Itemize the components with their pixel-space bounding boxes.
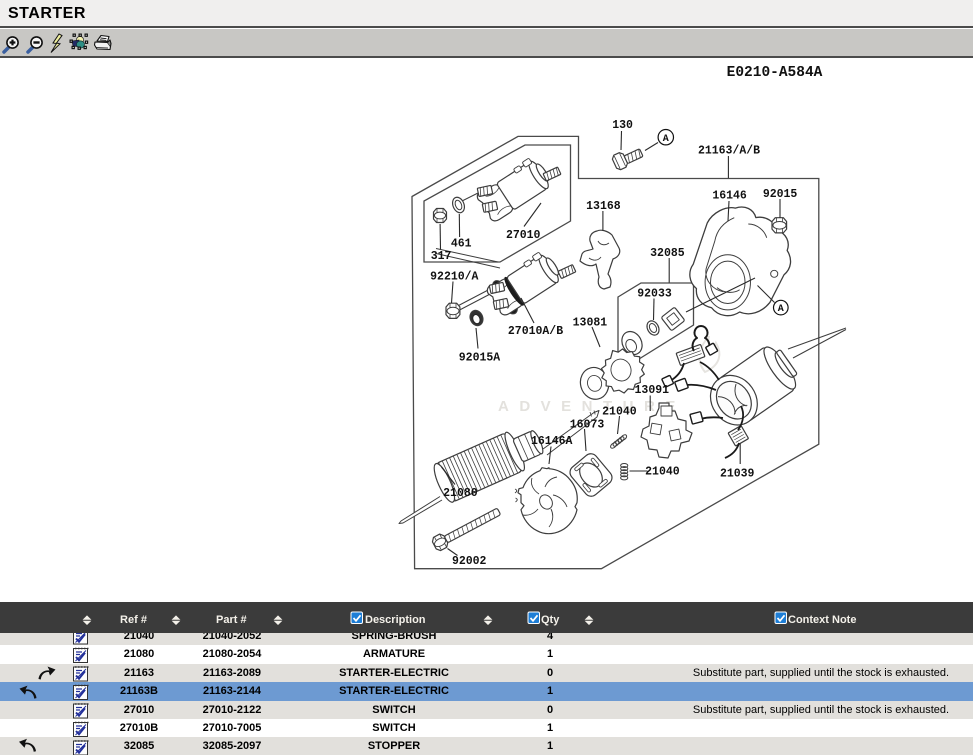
- svg-text:92033: 92033: [637, 287, 672, 300]
- svg-text:21039: 21039: [720, 468, 755, 481]
- svg-text:13091: 13091: [635, 384, 670, 397]
- svg-text:A: A: [778, 304, 784, 315]
- svg-text:92002: 92002: [452, 555, 487, 568]
- svg-text:92015A: 92015A: [459, 352, 501, 365]
- svg-text:92015: 92015: [763, 188, 798, 201]
- svg-text:461: 461: [451, 238, 472, 251]
- svg-text:A: A: [663, 134, 669, 145]
- svg-text:13081: 13081: [573, 316, 608, 329]
- svg-text:E0210-A584A: E0210-A584A: [727, 65, 823, 81]
- svg-text:16146: 16146: [712, 190, 747, 203]
- svg-text:27010A/B: 27010A/B: [508, 325, 563, 338]
- svg-text:21080: 21080: [443, 487, 478, 500]
- svg-text:92210/A: 92210/A: [430, 271, 478, 284]
- svg-text:13168: 13168: [586, 200, 621, 213]
- svg-text:130: 130: [612, 119, 633, 132]
- svg-text:27010: 27010: [506, 229, 541, 242]
- svg-text:16146A: 16146A: [531, 435, 573, 448]
- svg-text:317: 317: [431, 250, 452, 263]
- svg-text:32085: 32085: [650, 247, 685, 260]
- svg-text:16073: 16073: [570, 419, 605, 432]
- svg-text:21163/A/B: 21163/A/B: [698, 145, 760, 158]
- svg-text:21040: 21040: [645, 466, 680, 479]
- svg-text:21040: 21040: [602, 406, 637, 419]
